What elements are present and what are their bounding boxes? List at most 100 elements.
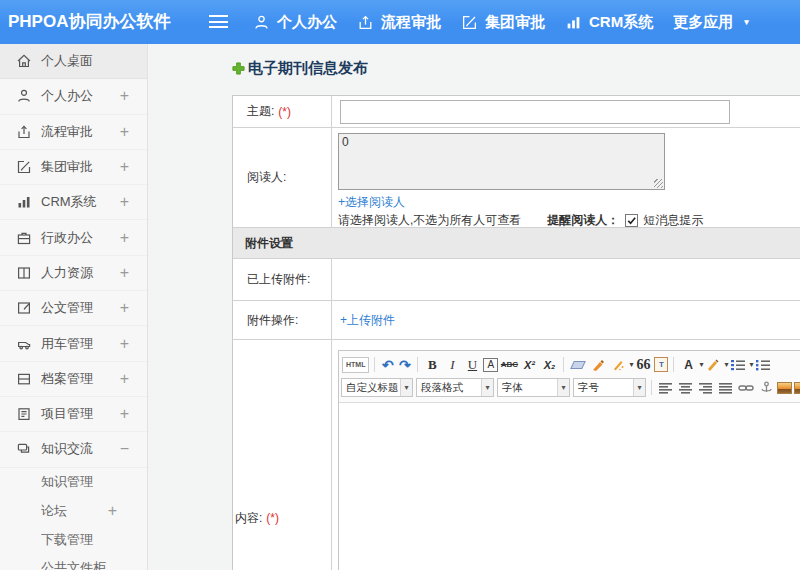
subscript-button[interactable]: X₂ [540,355,558,374]
unordered-list-icon[interactable] [755,355,773,374]
undo-icon[interactable]: ↶ [380,355,395,374]
sidebar-item-personal-desktop[interactable]: 个人桌面 [0,44,147,79]
expand-toggle-icon[interactable]: + [120,158,129,176]
sidebar-item-archive-management[interactable]: 档案管理+ [0,362,147,397]
select-font-size[interactable]: 字号▾ [573,378,646,397]
expand-toggle-icon[interactable]: + [108,502,117,520]
app-header: PHPOA协同办公软件 个人办公 流程审批 集团审批 CRM系统 更多应用▾ [0,0,800,44]
required-mark: (*) [278,105,291,119]
cycle-icon [16,124,32,140]
required-mark: (*) [266,511,279,525]
uploaded-attachments-row: 已上传附件: [233,259,800,301]
anchor-icon[interactable] [757,378,775,397]
bold-button[interactable]: B [423,355,441,374]
subject-row: 主题: (*) [233,96,800,128]
readers-hint: 请选择阅读人,不选为所有人可查看 提醒阅读人： 短消息提示 [338,212,703,229]
chevron-down-icon[interactable]: ▾ [400,379,412,396]
chevron-down-icon[interactable]: ▾ [481,379,493,396]
sidebar-item-download-management[interactable]: 下载管理 [0,525,147,554]
italic-button[interactable]: I [443,355,461,374]
paste-text-icon[interactable]: T [654,357,668,372]
upload-attachment-link[interactable]: +上传附件 [340,312,395,329]
expand-toggle-icon[interactable]: + [120,87,129,105]
sms-label: 短消息提示 [643,212,703,229]
blockquote-button[interactable]: 66 [634,355,652,374]
sidebar-item-group-approval[interactable]: 集团审批+ [0,150,147,185]
chart-icon [565,14,582,31]
add-icon [232,62,245,75]
superscript-button[interactable]: X² [520,355,538,374]
resize-handle[interactable] [654,179,663,188]
editor-content-area[interactable] [339,403,800,570]
underline-button[interactable]: U [463,355,481,374]
sidebar-item-public-file-cabinet[interactable]: 公共文件柜 [0,554,147,570]
expand-toggle-icon[interactable]: + [120,405,129,423]
expand-toggle-icon[interactable]: + [120,123,129,141]
editor-toolbar: HTML ↶ ↷ B I U A ABC X² X₂ [339,351,800,403]
font-box-button[interactable]: A [483,358,498,372]
align-left-icon[interactable] [657,378,675,397]
edit-icon [16,159,32,175]
font-color-button[interactable]: A [679,355,697,374]
select-paragraph-format[interactable]: 段落格式▾ [416,378,494,397]
expand-toggle-icon[interactable]: + [120,299,129,317]
content-row: 内容: (*) HTML ↶ ↷ B I U A ABC [233,340,800,570]
align-justify-icon[interactable] [717,378,735,397]
expand-toggle-icon[interactable]: + [120,229,129,247]
expand-toggle-icon[interactable]: + [120,335,129,353]
expand-toggle-icon[interactable]: + [120,370,129,388]
app-logo[interactable]: PHPOA协同办公软件 [8,0,170,44]
strikethrough-button[interactable]: ABC [500,355,518,374]
sidebar-item-crm-system[interactable]: CRM系统+ [0,185,147,220]
align-center-icon[interactable] [677,378,695,397]
chevron-down-icon[interactable]: ▾ [557,379,569,396]
readers-label: 阅读人: [233,128,332,227]
attachment-section-header: 附件设置 [233,228,800,259]
sidebar-item-admin-office[interactable]: 行政办公+ [0,220,147,255]
attachment-actions-row: 附件操作: +上传附件 [233,301,800,340]
book-icon [16,265,32,281]
remove-format-icon[interactable] [571,361,587,369]
align-right-icon[interactable] [697,378,715,397]
html-source-button[interactable]: HTML [342,357,369,373]
top-nav-group-approval[interactable]: 集团审批 [461,13,545,32]
select-font-family[interactable]: 字体▾ [497,378,570,397]
ordered-list-icon[interactable] [730,355,748,374]
sidebar-item-forum[interactable]: 论坛+ [0,496,147,525]
project-icon [16,406,32,422]
expand-toggle-icon[interactable]: − [120,440,129,458]
sidebar-item-vehicle-management[interactable]: 用车管理+ [0,326,147,361]
uploaded-attachments-label: 已上传附件: [233,259,332,300]
sidebar-item-project-management[interactable]: 项目管理+ [0,397,147,432]
chevron-down-icon[interactable]: ▾ [633,379,645,396]
expand-toggle-icon[interactable]: + [120,264,129,282]
sidebar-item-personal-office[interactable]: 个人办公+ [0,79,147,114]
sidebar-item-workflow-approval[interactable]: 流程审批+ [0,115,147,150]
image-icon[interactable] [777,382,792,394]
top-nav-more-apps[interactable]: 更多应用▾ [673,13,749,32]
choose-readers-link[interactable]: +选择阅读人 [338,194,405,211]
chat-icon [16,441,32,457]
brush-icon[interactable] [589,355,607,374]
readers-textarea[interactable]: 0 [338,133,665,190]
expand-toggle-icon[interactable]: + [120,193,129,211]
sms-checkbox[interactable] [625,214,638,227]
highlight-pen-icon[interactable] [704,355,722,374]
subject-input[interactable] [340,100,730,124]
user-icon [16,88,32,104]
home-icon [16,53,32,69]
top-nav-workflow-approval[interactable]: 流程审批 [357,13,441,32]
menu-toggle-icon[interactable] [209,15,228,32]
sidebar-item-knowledge-exchange[interactable]: 知识交流− [0,432,147,467]
sidebar-item-human-resources[interactable]: 人力资源+ [0,256,147,291]
select-custom-title[interactable]: 自定义标题▾ [341,378,413,397]
format-painter-icon[interactable] [609,355,627,374]
multi-image-icon[interactable] [794,382,800,394]
top-nav-personal-office[interactable]: 个人办公 [253,13,337,32]
top-nav-crm-system[interactable]: CRM系统 [565,13,653,32]
link-icon[interactable] [737,378,755,397]
sidebar-item-document-management[interactable]: 公文管理+ [0,291,147,326]
sidebar-item-knowledge-management[interactable]: 知识管理 [0,468,147,497]
briefcase-icon [16,230,32,246]
redo-icon[interactable]: ↷ [397,355,412,374]
